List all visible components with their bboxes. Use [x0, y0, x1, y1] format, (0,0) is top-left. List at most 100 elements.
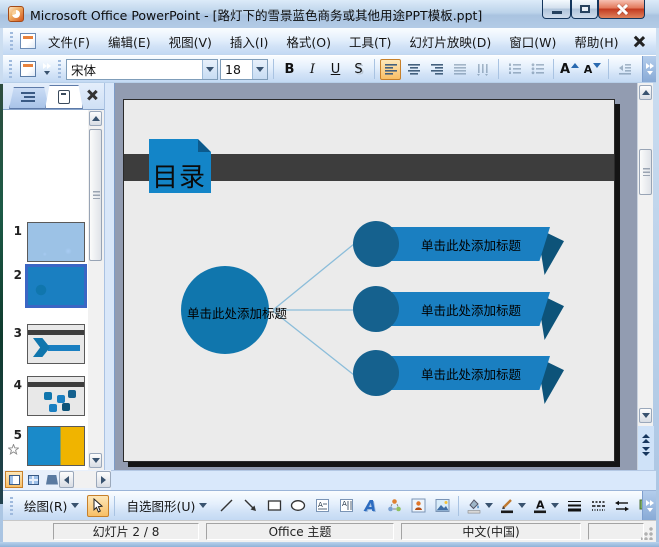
slide-scrollbar[interactable] — [637, 83, 654, 470]
minimize-button[interactable] — [542, 0, 571, 19]
oval-button[interactable] — [287, 495, 309, 517]
line-style-button[interactable] — [563, 495, 585, 517]
banner-placeholder-text[interactable]: 单击此处添加标题 — [403, 235, 521, 254]
previous-slide-button[interactable] — [638, 434, 654, 443]
horizontal-scrollbar[interactable] — [59, 471, 111, 488]
draw-menu-button[interactable]: 绘图(R) — [18, 493, 85, 518]
close-pane-icon[interactable] — [86, 89, 97, 100]
italic-button[interactable]: I — [302, 59, 323, 80]
slide-thumbnail-1[interactable] — [27, 222, 85, 262]
slide-canvas[interactable]: 目录 单击此处添加标题 单击此处添加标题 单击此处添加标题 单击此处添加标题 — [123, 99, 615, 462]
menu-file[interactable]: 文件(F) — [40, 28, 98, 55]
menu-format[interactable]: 格式(O) — [278, 28, 339, 55]
scroll-down-button[interactable] — [89, 453, 102, 468]
thumbnails-scrollbar[interactable] — [88, 110, 104, 470]
tab-outline[interactable] — [9, 87, 49, 109]
toolbar-options-button[interactable] — [642, 56, 656, 82]
menu-help[interactable]: 帮助(H) — [566, 28, 626, 55]
clip-art-button[interactable] — [407, 495, 429, 517]
font-name-combobox[interactable]: 宋体 — [66, 58, 218, 80]
slide-thumbnail-4[interactable] — [27, 376, 85, 416]
menu-edit[interactable]: 编辑(E) — [100, 28, 159, 55]
powerpoint-app-icon[interactable] — [8, 6, 24, 22]
select-objects-button[interactable] — [87, 494, 110, 517]
slide-thumbnail-2[interactable] — [25, 264, 87, 308]
text-box-button[interactable]: A — [311, 495, 333, 517]
scrollbar-thumb[interactable] — [639, 149, 652, 195]
slide-indicator: 幻灯片 2 / 8 — [53, 523, 199, 540]
text-direction-button[interactable] — [472, 59, 493, 80]
arrow-button[interactable] — [239, 495, 261, 517]
banner-placeholder-text[interactable]: 单击此处添加标题 — [403, 364, 521, 383]
decrease-font-size-button[interactable]: A — [582, 59, 603, 80]
diagram-button[interactable] — [383, 495, 405, 517]
tab-slides[interactable] — [45, 85, 83, 109]
next-slide-button[interactable] — [638, 447, 654, 456]
menu-tools[interactable]: 工具(T) — [341, 28, 399, 55]
decrease-indent-button[interactable] — [614, 59, 635, 80]
font-color-button[interactable]: A — [530, 496, 561, 515]
menu-insert[interactable]: 插入(I) — [222, 28, 276, 55]
font-size-combobox[interactable]: 18 — [220, 58, 268, 80]
line-button[interactable] — [215, 495, 237, 517]
formatting-toolbar-grip[interactable] — [58, 60, 61, 78]
arrow-style-button[interactable] — [611, 495, 633, 517]
rectangle-button[interactable] — [263, 495, 285, 517]
close-button[interactable] — [598, 0, 645, 19]
wordart-button[interactable]: A — [359, 495, 381, 517]
scroll-right-button[interactable] — [96, 471, 111, 488]
font-name-dropdown[interactable] — [202, 59, 217, 79]
inactive-scroll-strip — [111, 470, 656, 490]
scroll-up-button[interactable] — [89, 111, 102, 126]
banner-circle-shape[interactable] — [353, 221, 399, 267]
banner-shape[interactable]: 单击此处添加标题 — [374, 292, 550, 326]
standard-toolbar-options-button[interactable] — [40, 59, 53, 80]
banner-circle-shape[interactable] — [353, 350, 399, 396]
underline-button[interactable]: U — [325, 59, 346, 80]
toolbar-options-button[interactable] — [642, 491, 656, 520]
scroll-left-button[interactable] — [59, 471, 74, 488]
distribute-button[interactable] — [449, 59, 470, 80]
bold-button[interactable]: B — [279, 59, 300, 80]
banner-shape[interactable]: 单击此处添加标题 — [374, 356, 550, 390]
close-presentation-icon[interactable] — [633, 35, 646, 48]
banner-placeholder-text[interactable]: 单击此处添加标题 — [403, 300, 521, 319]
menu-bar-grip[interactable] — [10, 32, 13, 50]
bullets-button[interactable] — [527, 59, 548, 80]
align-right-button[interactable] — [426, 59, 447, 80]
numbering-button[interactable] — [504, 59, 525, 80]
language-indicator[interactable]: 中文(中国) — [401, 523, 581, 540]
panel-splitter[interactable] — [104, 83, 115, 470]
scroll-down-button[interactable] — [639, 408, 652, 423]
slide-sorter-view-button[interactable] — [24, 471, 42, 488]
slide-thumbnail-3[interactable] — [27, 324, 85, 364]
hub-placeholder-text[interactable]: 单击此处添加标题 — [187, 303, 287, 322]
vertical-text-box-button[interactable]: A — [335, 495, 357, 517]
menu-view[interactable]: 视图(V) — [161, 28, 220, 55]
banner-shape[interactable]: 单击此处添加标题 — [374, 227, 550, 261]
align-left-button[interactable] — [380, 58, 401, 80]
line-color-button[interactable] — [497, 496, 528, 515]
drawing-toolbar-grip[interactable] — [10, 496, 13, 515]
banner-circle-shape[interactable] — [353, 286, 399, 332]
font-size-dropdown[interactable] — [252, 59, 267, 79]
new-document-button[interactable] — [17, 59, 38, 80]
theme-indicator[interactable]: Office 主题 — [206, 523, 394, 540]
text-shadow-button[interactable]: S — [348, 59, 369, 80]
menu-window[interactable]: 窗口(W) — [501, 28, 564, 55]
fill-color-button[interactable] — [464, 496, 495, 515]
resize-grip[interactable] — [641, 527, 654, 540]
scrollbar-thumb[interactable] — [89, 129, 102, 261]
scroll-up-button[interactable] — [639, 85, 652, 100]
increase-font-size-button[interactable]: A — [559, 59, 580, 80]
insert-picture-button[interactable] — [431, 495, 453, 517]
normal-view-button[interactable] — [5, 471, 23, 488]
autoshapes-menu-button[interactable]: 自选图形(U) — [120, 493, 213, 518]
maximize-button[interactable] — [571, 0, 598, 19]
menu-slideshow[interactable]: 幻灯片放映(D) — [401, 28, 499, 55]
window-frame-bottom — [0, 542, 659, 547]
standard-toolbar-grip[interactable] — [9, 60, 12, 78]
slide-thumbnail-5[interactable] — [27, 426, 85, 466]
dash-style-button[interactable] — [587, 495, 609, 517]
align-center-button[interactable] — [403, 59, 424, 80]
